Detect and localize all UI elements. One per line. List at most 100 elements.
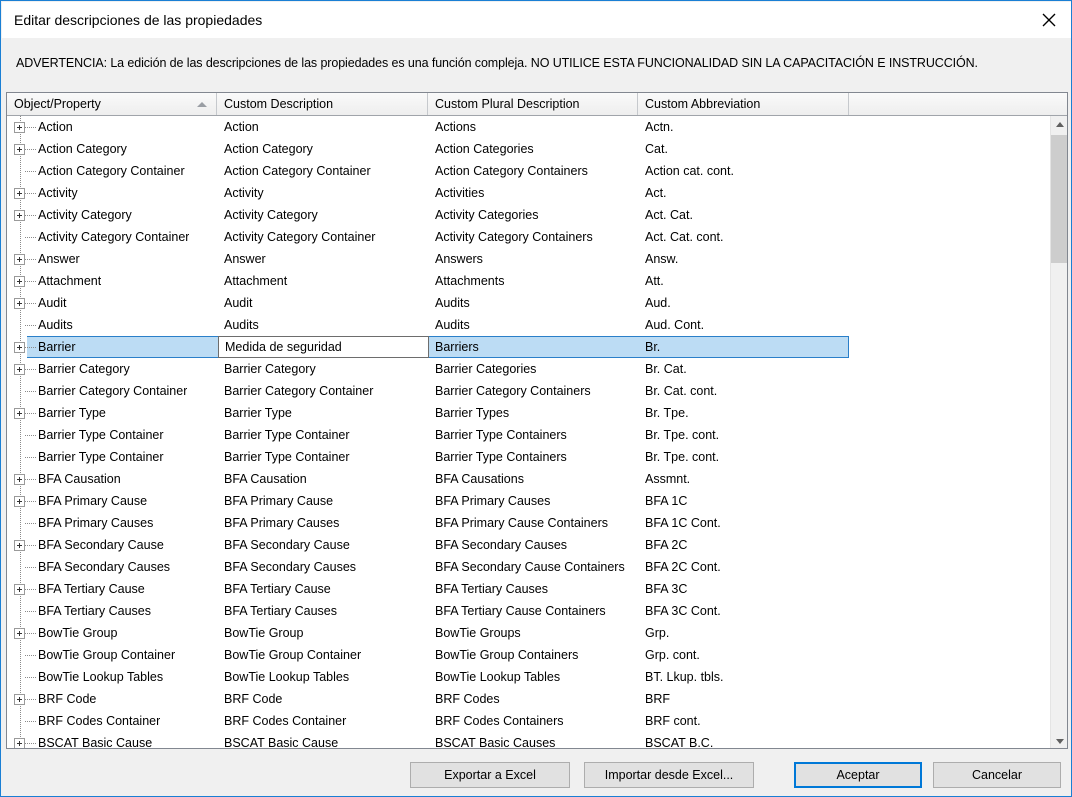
cell-custom-description[interactable]: BFA Tertiary Cause — [217, 578, 428, 600]
cell-custom-description[interactable]: BFA Primary Causes — [217, 512, 428, 534]
column-header-object-property[interactable]: Object/Property — [7, 93, 217, 115]
table-row[interactable]: ActionActionActionsActn. — [7, 116, 1050, 138]
cell-custom-plural-description[interactable]: Audits — [428, 292, 638, 314]
cell-object-property[interactable]: Action Category — [7, 138, 217, 160]
table-row[interactable]: BFA Secondary CausesBFA Secondary Causes… — [7, 556, 1050, 578]
expand-plus-icon[interactable] — [14, 276, 25, 287]
table-row[interactable]: BowTie Group ContainerBowTie Group Conta… — [7, 644, 1050, 666]
table-row[interactable]: Barrier Type ContainerBarrier Type Conta… — [7, 446, 1050, 468]
cell-custom-abbreviation[interactable]: Br. Cat. cont. — [638, 380, 849, 402]
cell-custom-plural-description[interactable]: BowTie Lookup Tables — [428, 666, 638, 688]
cell-custom-abbreviation[interactable]: BFA 3C Cont. — [638, 600, 849, 622]
table-row[interactable]: BowTie GroupBowTie GroupBowTie GroupsGrp… — [7, 622, 1050, 644]
cell-custom-description[interactable]: BowTie Group Container — [217, 644, 428, 666]
cell-object-property[interactable]: BFA Tertiary Causes — [7, 600, 217, 622]
table-row[interactable]: BFA Primary CausesBFA Primary CausesBFA … — [7, 512, 1050, 534]
cell-custom-description[interactable]: Action Category — [217, 138, 428, 160]
cell-custom-description[interactable]: BRF Codes Container — [217, 710, 428, 732]
table-row[interactable]: BFA Tertiary CausesBFA Tertiary Causes BF… — [7, 600, 1050, 622]
expand-plus-icon[interactable] — [14, 738, 25, 749]
expand-plus-icon[interactable] — [14, 342, 25, 353]
cell-object-property[interactable]: Answer — [7, 248, 217, 270]
cell-custom-plural-description[interactable]: BFA Causations — [428, 468, 638, 490]
table-row[interactable]: BFA CausationBFA CausationBFA Causations… — [7, 468, 1050, 490]
expand-plus-icon[interactable] — [14, 474, 25, 485]
expand-plus-icon[interactable] — [14, 496, 25, 507]
table-row[interactable]: Activity CategoryActivity CategoryActivi… — [7, 204, 1050, 226]
cell-custom-abbreviation[interactable]: Br. Tpe. — [638, 402, 849, 424]
cell-object-property[interactable]: Barrier Category — [7, 358, 217, 380]
cell-custom-plural-description[interactable]: Barrier Category Containers — [428, 380, 638, 402]
table-row[interactable]: Action CategoryAction CategoryAction Cat… — [7, 138, 1050, 160]
column-header-filler[interactable] — [849, 93, 1067, 115]
table-row[interactable]: BarrierBarriersBr.Medida de seguridad — [7, 336, 1050, 358]
cell-custom-description[interactable]: BowTie Group — [217, 622, 428, 644]
cell-custom-plural-description[interactable]: Answers — [428, 248, 638, 270]
cell-custom-description[interactable]: Attachment — [217, 270, 428, 292]
cell-custom-abbreviation[interactable]: Br. Cat. — [638, 358, 849, 380]
table-row[interactable]: Activity Category ContainerActivity Cate… — [7, 226, 1050, 248]
cell-custom-abbreviation[interactable]: Br. Tpe. cont. — [638, 424, 849, 446]
accept-button[interactable]: Aceptar — [794, 762, 922, 788]
cell-custom-description[interactable]: Barrier Category — [217, 358, 428, 380]
table-row[interactable]: Barrier CategoryBarrier CategoryBarrier … — [7, 358, 1050, 380]
cell-object-property[interactable]: Attachment — [7, 270, 217, 292]
table-row[interactable]: BSCAT Basic CauseBSCAT Basic CauseBSCAT … — [7, 732, 1050, 749]
cell-custom-abbreviation[interactable]: BFA 2C — [638, 534, 849, 556]
cell-custom-plural-description[interactable]: Barrier Types — [428, 402, 638, 424]
cell-custom-plural-description[interactable]: Attachments — [428, 270, 638, 292]
cell-custom-plural-description[interactable]: BFA Secondary Causes — [428, 534, 638, 556]
scroll-down-button[interactable] — [1051, 733, 1068, 749]
cell-object-property[interactable]: BFA Causation — [7, 468, 217, 490]
expand-plus-icon[interactable] — [14, 254, 25, 265]
cell-custom-abbreviation[interactable]: BRF cont. — [638, 710, 849, 732]
close-button[interactable] — [1026, 2, 1072, 38]
table-row[interactable]: Barrier Type Container Barrier Type Conta… — [7, 424, 1050, 446]
expand-plus-icon[interactable] — [14, 122, 25, 133]
cell-custom-plural-description[interactable]: BFA Primary Cause Containers — [428, 512, 638, 534]
expand-plus-icon[interactable] — [14, 408, 25, 419]
cell-custom-description[interactable]: Answer — [217, 248, 428, 270]
cell-object-property[interactable]: Barrier Type Container — [7, 424, 217, 446]
cell-custom-description[interactable]: BFA Primary Cause — [217, 490, 428, 512]
cell-object-property[interactable]: BFA Secondary Causes — [7, 556, 217, 578]
cell-object-property[interactable]: Barrier Type — [7, 402, 217, 424]
cell-object-property[interactable]: Action Category Container — [7, 160, 217, 182]
table-row[interactable]: BFA Secondary CauseBFA Secondary CauseBF… — [7, 534, 1050, 556]
cell-custom-abbreviation[interactable]: BSCAT B.C. — [638, 732, 849, 749]
cell-custom-abbreviation[interactable]: BFA 1C — [638, 490, 849, 512]
cell-object-property[interactable]: BFA Tertiary Cause — [7, 578, 217, 600]
cell-custom-description[interactable]: BFA Tertiary Causes — [217, 600, 428, 622]
cell-custom-description[interactable]: BowTie Lookup Tables — [217, 666, 428, 688]
cell-custom-description[interactable]: Barrier Category Container — [217, 380, 428, 402]
table-row[interactable]: AuditAuditAuditsAud. — [7, 292, 1050, 314]
table-row[interactable]: BFA Tertiary CauseBFA Tertiary CauseBFA … — [7, 578, 1050, 600]
table-row[interactable]: Barrier TypeBarrier TypeBarrier TypesBr.… — [7, 402, 1050, 424]
expand-plus-icon[interactable] — [14, 144, 25, 155]
cell-custom-abbreviation[interactable]: BFA 1C Cont. — [638, 512, 849, 534]
import-from-excel-button[interactable]: Importar desde Excel... — [584, 762, 754, 788]
cell-custom-abbreviation[interactable]: BFA 2C Cont. — [638, 556, 849, 578]
custom-description-edit-input[interactable]: Medida de seguridad — [218, 336, 429, 358]
cell-custom-plural-description[interactable]: Barrier Type Containers — [428, 424, 638, 446]
cell-custom-abbreviation[interactable]: Answ. — [638, 248, 849, 270]
cell-object-property[interactable]: Activity Category — [7, 204, 217, 226]
cell-custom-plural-description[interactable]: BRF Codes Containers — [428, 710, 638, 732]
table-row[interactable]: AnswerAnswerAnswersAnsw. — [7, 248, 1050, 270]
table-row[interactable]: BRF CodeBRF CodeBRF CodesBRF — [7, 688, 1050, 710]
cell-custom-plural-description[interactable]: Actions — [428, 116, 638, 138]
cell-custom-abbreviation[interactable]: Aud. — [638, 292, 849, 314]
cell-custom-description[interactable]: BRF Code — [217, 688, 428, 710]
cell-custom-abbreviation[interactable]: Act. — [638, 182, 849, 204]
cell-object-property[interactable]: BowTie Lookup Tables — [7, 666, 217, 688]
cell-custom-description[interactable]: BSCAT Basic Cause — [217, 732, 428, 749]
cell-object-property[interactable]: BRF Codes Container — [7, 710, 217, 732]
cell-object-property[interactable]: BFA Primary Cause — [7, 490, 217, 512]
column-header-custom-description[interactable]: Custom Description — [217, 93, 428, 115]
cell-custom-plural-description[interactable]: BRF Codes — [428, 688, 638, 710]
cell-custom-abbreviation[interactable]: BT. Lkup. tbls. — [638, 666, 849, 688]
cell-custom-abbreviation[interactable]: Att. — [638, 270, 849, 292]
cell-custom-abbreviation[interactable]: Actn. — [638, 116, 849, 138]
cell-custom-abbreviation[interactable]: Aud. Cont. — [638, 314, 849, 336]
cell-custom-abbreviation[interactable]: Act. Cat. cont. — [638, 226, 849, 248]
